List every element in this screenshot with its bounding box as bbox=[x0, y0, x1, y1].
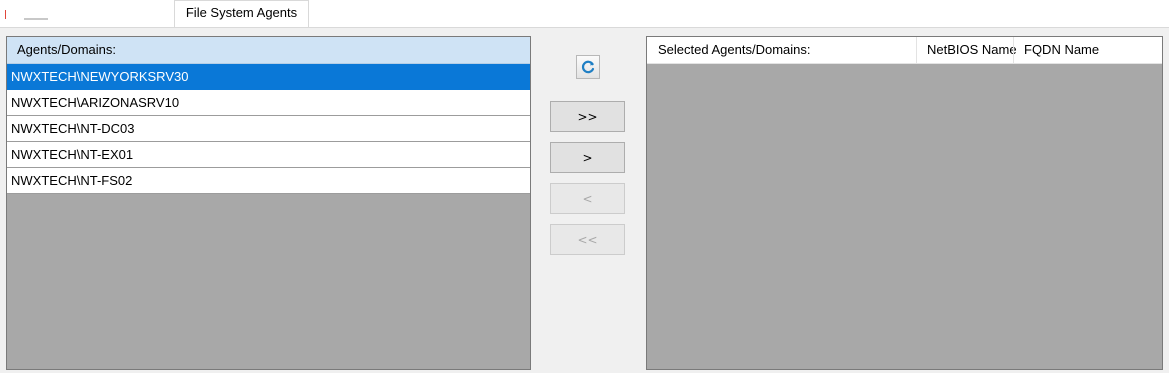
list-item[interactable]: NWXTECH\NT-DC03 bbox=[7, 116, 530, 142]
refresh-button[interactable] bbox=[576, 55, 600, 79]
tab-file-system-agents[interactable]: File System Agents bbox=[174, 0, 309, 28]
column-header-netbios-name[interactable]: NetBIOS Name bbox=[916, 37, 1017, 63]
tab-strip: File System Agents bbox=[0, 0, 1169, 28]
agents-domains-list[interactable]: Agents/Domains: NWXTECH\NEWYORKSRV30 NWX… bbox=[6, 36, 531, 370]
column-header-selected-agents[interactable]: Selected Agents/Domains: bbox=[647, 37, 916, 63]
list-item[interactable]: NWXTECH\NT-FS02 bbox=[7, 168, 530, 194]
agents-domains-header[interactable]: Agents/Domains: bbox=[7, 37, 530, 64]
add-button[interactable]: > bbox=[550, 142, 625, 173]
tab-previous-partial[interactable] bbox=[0, 0, 170, 27]
tab-icon-partial bbox=[5, 10, 6, 19]
add-all-button[interactable]: >> bbox=[550, 101, 625, 132]
list-item[interactable]: NWXTECH\ARIZONASRV10 bbox=[7, 90, 530, 116]
selected-list-header: Selected Agents/Domains: NetBIOS Name FQ… bbox=[647, 37, 1162, 64]
refresh-icon bbox=[581, 60, 595, 74]
remove-button[interactable]: < bbox=[550, 183, 625, 214]
column-header-fqdn-name[interactable]: FQDN Name bbox=[1013, 37, 1162, 63]
selected-agents-list[interactable]: Selected Agents/Domains: NetBIOS Name FQ… bbox=[646, 36, 1163, 370]
list-item[interactable]: NWXTECH\NT-EX01 bbox=[7, 142, 530, 168]
remove-all-button[interactable]: << bbox=[550, 224, 625, 255]
list-item[interactable]: NWXTECH\NEWYORKSRV30 bbox=[7, 64, 530, 90]
tab-label-partial bbox=[24, 18, 48, 20]
